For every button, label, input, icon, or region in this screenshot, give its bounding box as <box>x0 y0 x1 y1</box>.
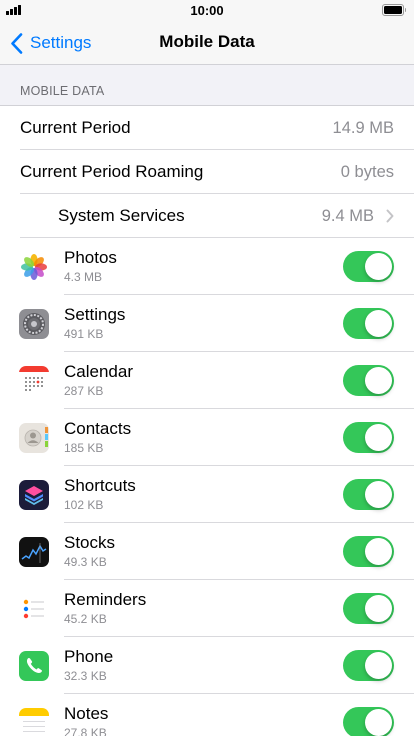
settings-icon <box>19 309 49 339</box>
app-row-phone: Phone 32.3 KB <box>0 637 414 694</box>
photos-icon <box>19 252 49 282</box>
roaming-value: 0 bytes <box>340 163 394 181</box>
app-data-size: 185 KB <box>64 441 104 455</box>
app-data-size: 49.3 KB <box>64 555 107 569</box>
app-data-size: 102 KB <box>64 498 104 512</box>
page-title: Mobile Data <box>159 32 255 51</box>
roaming-label: Current Period Roaming <box>20 162 204 181</box>
app-name: Notes <box>64 704 109 723</box>
app-row-notes: Notes 27.8 KB <box>0 694 414 736</box>
system-services-label: System Services <box>58 206 185 225</box>
app-row-settings: Settings 491 KB <box>0 295 414 352</box>
status-bar: 10:00 <box>0 0 414 20</box>
photos-toggle[interactable] <box>343 251 394 282</box>
app-data-size: 4.3 MB <box>64 270 103 284</box>
shortcuts-toggle[interactable] <box>343 479 394 510</box>
mobile-data-list: Current Period 14.9 MB Current Period Ro… <box>0 105 414 736</box>
app-data-size: 27.8 KB <box>64 726 107 736</box>
contacts-icon <box>19 423 49 453</box>
app-name: Settings <box>64 305 126 324</box>
navigation-bar: Settings Mobile Data <box>0 20 414 65</box>
chevron-right-icon <box>386 209 394 223</box>
status-time: 10:00 <box>190 3 224 18</box>
section-header: MOBILE DATA <box>20 84 105 98</box>
calendar-toggle[interactable] <box>343 365 394 396</box>
stocks-toggle[interactable] <box>343 536 394 567</box>
battery-icon <box>382 4 406 16</box>
calendar-icon <box>19 366 49 396</box>
shortcuts-icon <box>19 480 49 510</box>
current-period-label: Current Period <box>20 118 131 137</box>
app-name: Photos <box>64 248 117 267</box>
app-row-photos: Photos 4.3 MB <box>0 238 414 295</box>
app-data-size: 45.2 KB <box>64 612 107 626</box>
current-period-value: 14.9 MB <box>332 119 394 137</box>
current-period-row: Current Period 14.9 MB <box>0 106 414 150</box>
notes-toggle[interactable] <box>343 707 394 736</box>
app-name: Stocks <box>64 533 116 552</box>
app-name: Calendar <box>64 362 133 381</box>
reminders-toggle[interactable] <box>343 593 394 624</box>
app-data-size: 491 KB <box>64 327 104 341</box>
system-services-row[interactable]: System Services 9.4 MB <box>0 194 414 238</box>
current-period-roaming-row: Current Period Roaming 0 bytes <box>0 150 414 194</box>
app-data-size: 287 KB <box>64 384 104 398</box>
app-row-stocks: Stocks 49.3 KB <box>0 523 414 580</box>
app-name: Reminders <box>64 590 147 609</box>
app-row-reminders: Reminders 45.2 KB <box>0 580 414 637</box>
phone-toggle[interactable] <box>343 650 394 681</box>
app-name: Phone <box>64 647 114 666</box>
notes-icon <box>19 708 49 736</box>
phone-icon <box>19 651 49 681</box>
system-services-value: 9.4 MB <box>321 207 374 225</box>
settings-toggle[interactable] <box>343 308 394 339</box>
app-row-shortcuts: Shortcuts 102 KB <box>0 466 414 523</box>
reminders-icon <box>19 594 49 624</box>
app-row-contacts: Contacts 185 KB <box>0 409 414 466</box>
app-name: Contacts <box>64 419 132 438</box>
contacts-toggle[interactable] <box>343 422 394 453</box>
app-data-size: 32.3 KB <box>64 669 107 683</box>
stocks-icon <box>19 537 49 567</box>
app-name: Shortcuts <box>64 476 136 495</box>
app-row-calendar: Calendar 287 KB <box>0 352 414 409</box>
